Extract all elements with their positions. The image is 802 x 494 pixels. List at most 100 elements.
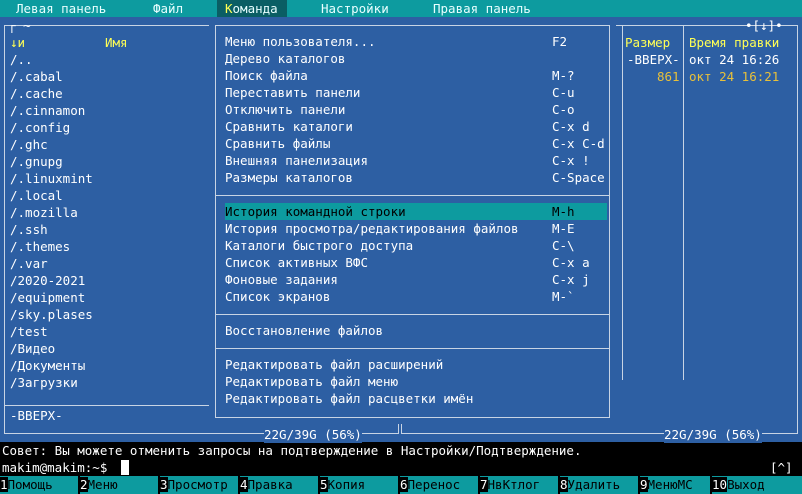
- right-panel-corner[interactable]: •[↓]•: [745, 17, 783, 34]
- function-key-label: Перенос: [407, 477, 461, 492]
- menu-file[interactable]: Файл: [153, 0, 183, 17]
- row-size: -ВВЕРХ-: [627, 52, 680, 67]
- menu-item-shortcut: C-o: [552, 102, 575, 117]
- function-key-number: 5: [320, 477, 328, 492]
- file-list-item[interactable]: /test: [10, 323, 48, 340]
- function-key-button[interactable]: 6Перенос: [400, 476, 478, 494]
- file-list-item[interactable]: /.local: [10, 187, 63, 204]
- file-list-item[interactable]: /equipment: [10, 289, 85, 306]
- file-list-item[interactable]: /.cabal: [10, 68, 63, 85]
- command-menu-item[interactable]: Восстановление файлов: [225, 322, 607, 339]
- file-list-item[interactable]: /.cache: [10, 85, 63, 102]
- left-panel-path-corner[interactable]: ┌ ~: [8, 17, 31, 34]
- function-key-button[interactable]: 1Помощь: [0, 476, 78, 494]
- command-menu-item[interactable]: Редактировать файл расцветки имён: [225, 390, 607, 407]
- tip-line: Совет: Вы можете отменить запросы на под…: [2, 443, 582, 458]
- row-mtime: окт 24 16:26: [689, 52, 780, 67]
- command-menu-item[interactable]: Фоновые задания C-x j: [225, 271, 607, 288]
- command-menu-item[interactable]: Сравнить файлы C-x C-d: [225, 135, 607, 152]
- function-key-label: Копия: [327, 477, 366, 492]
- function-key-button[interactable]: 4Правка: [240, 476, 318, 494]
- function-key-button[interactable]: 8Удалить: [560, 476, 638, 494]
- menu-item-label: Список активных ВФС: [225, 255, 368, 270]
- command-menu-item[interactable]: Каталоги быстрого доступа C-\: [225, 237, 607, 254]
- file-list-item[interactable]: /Документы: [10, 357, 85, 374]
- file-list-item[interactable]: /.ghc: [10, 136, 48, 153]
- file-list-item[interactable]: /.gnupg: [10, 153, 63, 170]
- menu-item-label: Список экранов: [225, 289, 331, 304]
- file-list-item[interactable]: /Загрузки: [10, 374, 78, 391]
- file-list-item[interactable]: /Видео: [10, 340, 55, 357]
- file-list-item[interactable]: /..: [10, 51, 33, 68]
- command-menu-item[interactable]: История командной строки M-h: [225, 203, 607, 220]
- left-panel-status: -ВВЕРХ-: [10, 408, 63, 423]
- command-menu-item[interactable]: Сравнить каталоги C-x d: [225, 118, 607, 135]
- shell-prompt[interactable]: makim@makim:~$: [2, 459, 107, 476]
- menu-item-shortcut: M-h: [552, 204, 575, 219]
- menu-command-hotkey: К: [225, 1, 233, 16]
- menu-item-label: Отключить панели: [225, 102, 346, 117]
- command-menu-item[interactable]: Дерево каталогов: [225, 50, 607, 67]
- menu-item-label: Сравнить файлы: [225, 136, 331, 151]
- menu-item-shortcut: C-u: [552, 85, 575, 100]
- command-menu-item[interactable]: Поиск файла M-?: [225, 67, 607, 84]
- file-list-item[interactable]: /sky.plases: [10, 306, 93, 323]
- command-menu-item[interactable]: Меню пользователя... F2: [225, 33, 607, 50]
- function-key-number: 10: [712, 477, 728, 492]
- function-key-number: 2: [80, 477, 88, 492]
- command-menu-item[interactable]: Редактировать файл расширений: [225, 356, 607, 373]
- command-menu-item[interactable]: Список экранов M-`: [225, 288, 607, 305]
- menu-item-shortcut: M-E: [552, 221, 575, 236]
- column-header-size[interactable]: Размер: [625, 34, 670, 51]
- menu-item-shortcut: C-x C-d: [552, 136, 605, 151]
- file-list-item[interactable]: /.themes: [10, 238, 70, 255]
- command-menu-item[interactable]: История просмотра/редактирования файлов M…: [225, 220, 607, 237]
- function-key-button[interactable]: 2Меню: [80, 476, 158, 494]
- menu-right-panel[interactable]: Правая панель: [433, 0, 531, 17]
- menu-command[interactable]: Команда: [217, 0, 287, 17]
- function-key-button[interactable]: 5Копия: [320, 476, 398, 494]
- function-key-bar: 1Помощь 2Меню 3Просмотр 4Правка 5Копия 6Перен…: [0, 476, 802, 494]
- file-list-item[interactable]: /.ssh: [10, 221, 48, 238]
- menu-item-shortcut: C-x j: [552, 272, 590, 287]
- sort-indicator[interactable]: ↓и: [10, 34, 25, 51]
- file-list-item[interactable]: /.cinnamon: [10, 102, 85, 119]
- column-header-mtime[interactable]: Время правки: [689, 34, 779, 51]
- menu-left-panel[interactable]: Левая панель: [16, 0, 106, 17]
- command-menu-item[interactable]: Переставить панели C-u: [225, 84, 607, 101]
- column-header-name[interactable]: Имя: [105, 34, 128, 51]
- menu-options[interactable]: Настройки: [321, 0, 389, 17]
- function-key-number: 3: [160, 477, 168, 492]
- file-list-item[interactable]: /.mozilla: [10, 204, 78, 221]
- function-key-button[interactable]: 3Просмотр: [160, 476, 238, 494]
- menu-item-label: Внешняя панелизация: [225, 153, 368, 168]
- file-list-item[interactable]: /.linuxmint: [10, 170, 93, 187]
- file-list-item[interactable]: /.var: [10, 255, 48, 272]
- menu-item-label: Редактировать файл расцветки имён: [225, 391, 474, 406]
- right-disk-usage: 22G/39G (56%): [664, 426, 762, 443]
- menu-item-shortcut: C-x !: [552, 153, 590, 168]
- menu-item-label: Восстановление файлов: [225, 323, 384, 338]
- function-key-label: Меню: [87, 477, 118, 492]
- menu-item-label: Каталоги быстрого доступа: [225, 238, 414, 253]
- command-menu-item[interactable]: Список активных ВФС C-x a: [225, 254, 607, 271]
- command-line-cursor[interactable]: [121, 460, 129, 475]
- function-key-number: 1: [0, 477, 8, 492]
- function-key-button[interactable]: 7НвКтлог: [480, 476, 558, 494]
- scroll-marker[interactable]: [^]: [770, 459, 793, 476]
- file-list-item[interactable]: /2020-2021: [10, 272, 85, 289]
- function-key-button[interactable]: 10Выход: [712, 476, 802, 494]
- command-menu-item[interactable]: Размеры каталогов C-Space: [225, 169, 607, 186]
- function-key-button[interactable]: 9МенюMC: [640, 476, 710, 494]
- command-menu-item[interactable]: Редактировать файл меню: [225, 373, 607, 390]
- file-list-item[interactable]: /.config: [10, 119, 70, 136]
- menu-item-shortcut: M-`: [552, 289, 575, 304]
- function-key-label: Удалить: [567, 477, 621, 492]
- menu-item-label: История командной строки: [225, 204, 406, 219]
- menu-item-shortcut: C-Space: [552, 170, 605, 185]
- function-key-label: Выход: [727, 477, 765, 492]
- menu-item-label: Редактировать файл расширений: [225, 357, 444, 372]
- menu-item-label: Сравнить каталоги: [225, 119, 353, 134]
- command-menu-item[interactable]: Внешняя панелизация C-x !: [225, 152, 607, 169]
- command-menu-item[interactable]: Отключить панели C-o: [225, 101, 607, 118]
